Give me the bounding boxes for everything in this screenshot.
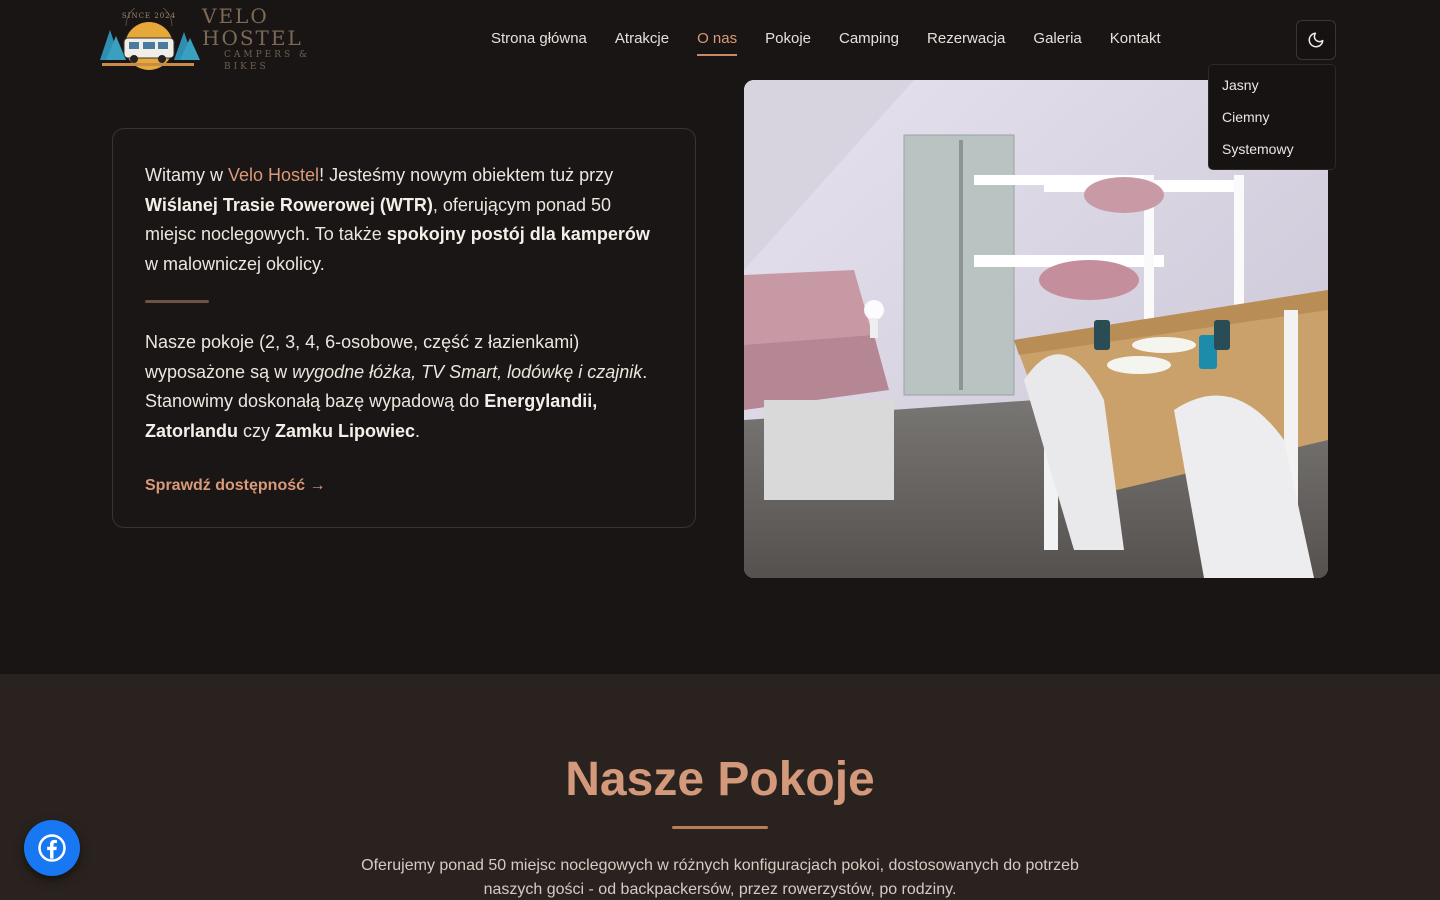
nav-item-o-nas[interactable]: O nas: [697, 30, 738, 56]
intro-paragraph-2: Nasze pokoje (2, 3, 4, 6-osobowe, część …: [145, 332, 648, 441]
facebook-icon: [38, 834, 66, 862]
theme-option-light[interactable]: Jasny: [1209, 69, 1335, 101]
card-divider: [145, 300, 209, 303]
nav-item-pokoje[interactable]: Pokoje: [765, 30, 811, 55]
nav-item-rezerwacja[interactable]: Rezerwacja: [927, 30, 1005, 55]
rooms-title: Nasze Pokoje: [565, 753, 875, 806]
brand-name: Velo Hostel: [228, 165, 320, 185]
main-nav: Strona główna Atrakcje O nas Pokoje Camp…: [491, 30, 1161, 56]
nav-item-camping[interactable]: Camping: [839, 30, 899, 55]
logo[interactable]: SINCE 2024 VELO HOSTEL CAMPERS & BIKES: [96, 2, 356, 72]
check-availability-link[interactable]: Sprawdź dostępność →: [145, 477, 325, 495]
theme-dropdown-menu: Jasny Ciemny Systemowy: [1208, 64, 1336, 170]
rooms-section: Nasze Pokoje Oferujemy ponad 50 miejsc n…: [0, 674, 1440, 900]
nav-item-kontakt[interactable]: Kontakt: [1110, 30, 1161, 55]
theme-option-system[interactable]: Systemowy: [1209, 133, 1335, 165]
theme-option-dark[interactable]: Ciemny: [1209, 101, 1335, 133]
rooms-description: Oferujemy ponad 50 miejsc noclegowych w …: [361, 857, 1079, 898]
theme-toggle-button[interactable]: [1296, 20, 1336, 60]
logo-badge-icon: SINCE 2024: [96, 2, 200, 70]
intro-card: Witamy w Velo Hostel! Jesteśmy nowym obi…: [112, 128, 696, 528]
facebook-button[interactable]: [24, 820, 80, 876]
logo-title: VELO HOSTEL: [202, 4, 303, 50]
moon-icon: [1308, 32, 1324, 48]
nav-item-strona-glowna[interactable]: Strona główna: [491, 30, 587, 55]
nav-item-galeria[interactable]: Galeria: [1033, 30, 1081, 55]
intro-paragraph-1: Witamy w Velo Hostel! Jesteśmy nowym obi…: [145, 165, 650, 274]
rooms-divider: [672, 826, 768, 829]
logo-subtitle: CAMPERS & BIKES: [224, 50, 311, 72]
logo-badge-text: SINCE 2024: [122, 12, 176, 20]
nav-item-atrakcje[interactable]: Atrakcje: [615, 30, 669, 55]
